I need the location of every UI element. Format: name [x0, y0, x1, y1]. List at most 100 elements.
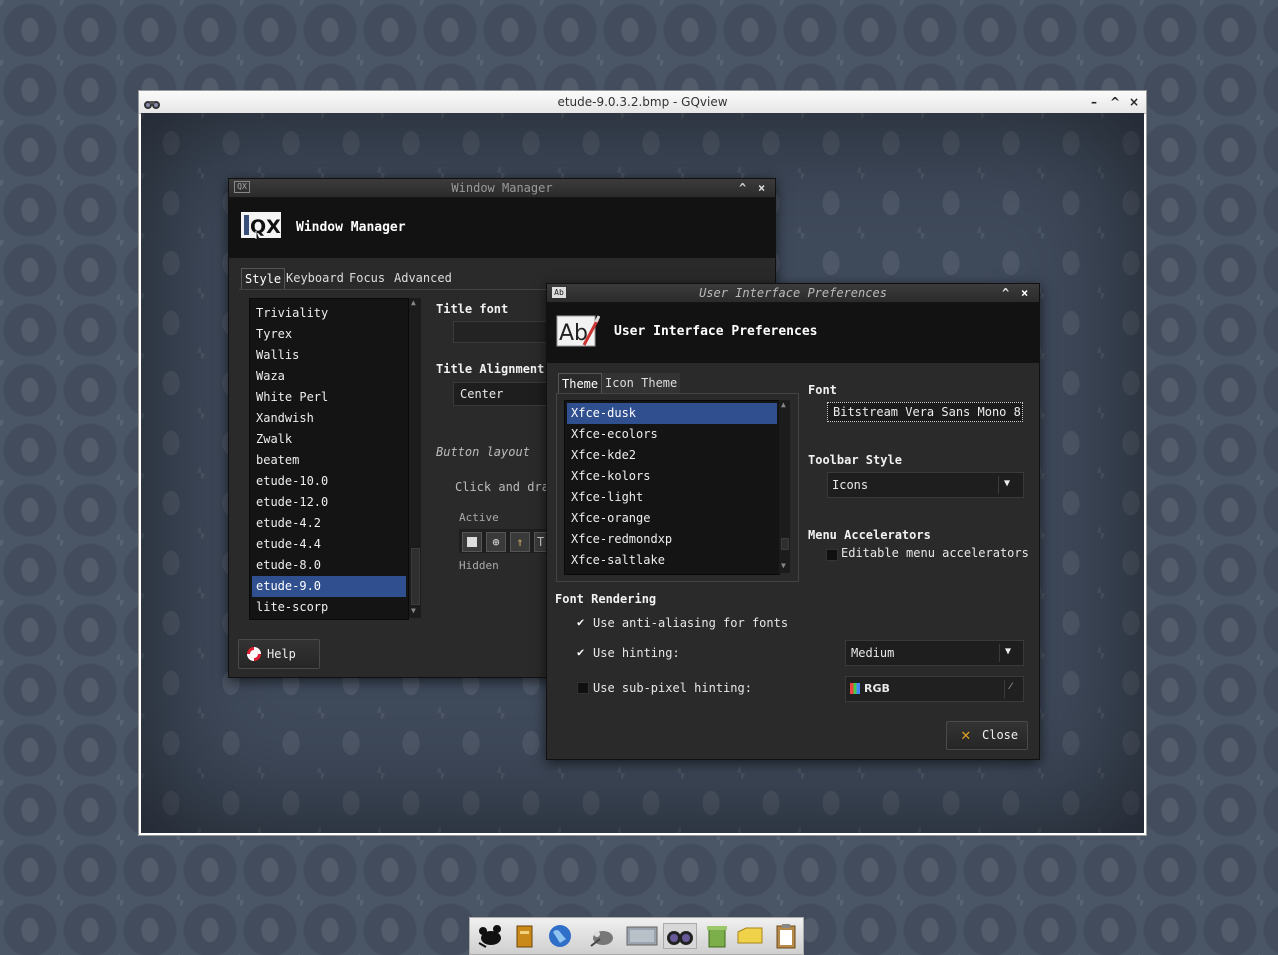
list-item[interactable]: lite-scorp [252, 597, 406, 618]
subpixel-value: RGB [864, 682, 890, 695]
clipboard-icon[interactable] [772, 923, 800, 949]
wm-header-title: Window Manager [296, 220, 406, 235]
wm-titlebar[interactable]: QX Window Manager ^ × [229, 179, 775, 198]
gimp-icon[interactable] [588, 923, 616, 949]
dropdown-arrow-icon: ▼ [1005, 646, 1012, 657]
close-button[interactable]: × [1129, 91, 1139, 113]
scroll-thumb[interactable] [781, 538, 789, 550]
list-item[interactable]: Xfce-ecolors [567, 424, 777, 445]
scroll-down-icon[interactable]: ▼ [781, 561, 786, 570]
mouse-icon[interactable] [476, 923, 504, 949]
list-item[interactable]: Xfce-orange [567, 508, 777, 529]
editable-accelerators-checkbox[interactable] [826, 549, 838, 561]
list-item[interactable]: Wallis [252, 345, 406, 366]
binoculars-icon[interactable] [663, 923, 697, 949]
title-alignment-combo[interactable]: Center [453, 382, 555, 406]
taskbar [469, 917, 804, 955]
wm-header: QX Window Manager [229, 198, 775, 258]
wm-theme-list[interactable]: Triviality Tyrex Wallis Waza White Perl … [249, 298, 409, 620]
uip-titlebar[interactable]: Ab User Interface Preferences ^ × [547, 284, 1039, 303]
menu-button-icon[interactable] [462, 532, 482, 552]
list-item[interactable]: Xfce-kolors [567, 466, 777, 487]
list-item[interactable]: etude-8.0 [252, 555, 406, 576]
uip-maximize-icon[interactable]: ^ [1002, 284, 1009, 302]
list-item-selected[interactable]: etude-9.0 [252, 576, 406, 597]
list-item[interactable]: etude-12.0 [252, 492, 406, 513]
uip-app-icon: Ab [552, 287, 566, 298]
list-item[interactable]: beatem [252, 450, 406, 471]
font-preview-icon: Ab [556, 313, 601, 349]
stick-button-icon[interactable]: ⊕ [486, 532, 506, 552]
dropdown-arrow-icon: ▼ [1004, 478, 1011, 489]
hinting-label: Use hinting: [593, 646, 680, 660]
list-item[interactable]: etude-10.0 [252, 471, 406, 492]
uip-theme-list[interactable]: Xfce-dusk Xfce-ecolors Xfce-kde2 Xfce-ko… [564, 400, 780, 575]
tab-keyboard[interactable]: Keyboard [283, 268, 347, 288]
wm-titlebar-text: Window Manager [451, 181, 553, 195]
hinting-combo[interactable]: Medium ▼ [845, 640, 1024, 666]
subpixel-combo[interactable]: RGB ⁄ [845, 676, 1024, 702]
binoculars-icon [144, 95, 160, 109]
list-item[interactable]: Zwalk [252, 429, 406, 450]
title-font-button[interactable] [453, 321, 555, 343]
minimize-button[interactable]: – [1091, 91, 1097, 113]
scroll-up-icon[interactable]: ▲ [411, 298, 416, 307]
uip-tabs: Theme Icon Theme [558, 373, 798, 394]
scroll-thumb[interactable] [411, 548, 420, 605]
tab-focus[interactable]: Focus [346, 268, 388, 288]
subpixel-checkbox[interactable] [577, 682, 589, 694]
globe-icon[interactable] [546, 923, 574, 949]
tab-icon-theme[interactable]: Icon Theme [602, 373, 681, 393]
hidden-label: Hidden [459, 559, 499, 572]
font-rendering-label: Font Rendering [555, 592, 657, 606]
list-item-selected[interactable]: Xfce-dusk [567, 403, 777, 424]
list-item[interactable]: Xfce-saltlake [567, 550, 777, 571]
font-button[interactable]: Bitstream Vera Sans Mono 8 [827, 402, 1023, 422]
tab-theme[interactable]: Theme [558, 373, 603, 394]
maximize-button[interactable]: ^ [1110, 91, 1120, 113]
toolbar-style-combo[interactable]: Icons ▼ [827, 472, 1024, 498]
click-drag-text: Click and dra [455, 480, 549, 494]
uip-header-title: User Interface Preferences [614, 324, 818, 339]
wm-close-icon[interactable]: × [758, 179, 765, 197]
list-item[interactable]: Waza [252, 366, 406, 387]
wm-maximize-icon[interactable]: ^ [739, 179, 746, 197]
list-item[interactable]: Tyrex [252, 324, 406, 345]
close-button[interactable]: ✕ Close [946, 721, 1028, 750]
svg-text:QX: QX [250, 216, 281, 238]
close-icon: ✕ [961, 725, 971, 744]
close-label: Close [982, 728, 1019, 742]
wm-list-scrollbar[interactable]: ▲ ▼ [409, 298, 421, 618]
list-item[interactable]: etude-4.4 [252, 534, 406, 555]
uip-list-scrollbar[interactable]: ▲ ▼ [779, 400, 790, 573]
help-icon [246, 646, 262, 662]
shade-button-icon[interactable]: ⇑ [510, 532, 530, 552]
antialias-checkbox[interactable]: ✔ [577, 615, 584, 629]
scroll-up-icon[interactable]: ▲ [781, 400, 786, 409]
subpixel-label: Use sub-pixel hinting: [593, 681, 752, 695]
hinting-checkbox[interactable]: ✔ [577, 645, 584, 659]
book-icon[interactable] [510, 923, 538, 949]
list-item[interactable]: White Perl [252, 387, 406, 408]
list-item[interactable]: Xfce-redmondxp [567, 529, 777, 550]
screen-icon[interactable] [626, 923, 658, 949]
dropdown-arrow-icon: ⁄ [1010, 682, 1012, 692]
folder-icon[interactable] [736, 923, 764, 949]
uip-close-icon[interactable]: × [1021, 284, 1028, 302]
wm-logo-icon: QX [240, 211, 282, 246]
title-alignment-label: Title Alignment [436, 362, 545, 376]
gqview-titlebar[interactable]: etude-9.0.3.2.bmp - GQview – ^ × [139, 91, 1146, 114]
list-item[interactable]: Xfce-kde2 [567, 445, 777, 466]
list-item[interactable]: Triviality [252, 303, 406, 324]
list-item[interactable]: Xfce-light [567, 487, 777, 508]
title-font-label: Title font [436, 302, 509, 316]
list-item[interactable]: Xandwish [252, 408, 406, 429]
tab-advanced[interactable]: Advanced [391, 268, 455, 288]
toolbar-style-label: Toolbar Style [808, 453, 902, 467]
trash-icon[interactable] [703, 923, 731, 949]
tab-style[interactable]: Style [241, 268, 286, 289]
help-button[interactable]: Help [238, 639, 320, 669]
list-item[interactable]: etude-4.2 [252, 513, 406, 534]
ui-preferences-dialog: Ab User Interface Preferences ^ × Ab Use… [546, 283, 1040, 760]
scroll-down-icon[interactable]: ▼ [411, 606, 416, 615]
